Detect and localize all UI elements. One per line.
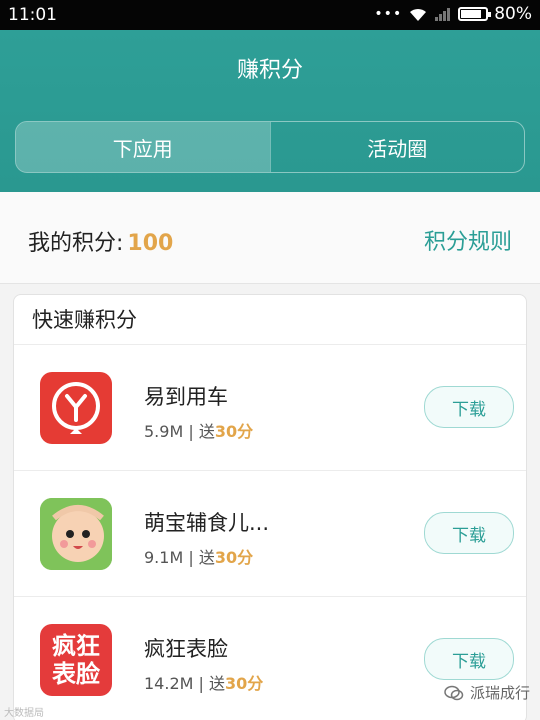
app-meta: 14.2M | 送30分 [144,670,263,694]
status-time: 11:01 [8,5,57,25]
app-name[interactable]: 萌宝辅食儿... [144,507,269,537]
download-button[interactable]: 下载 [424,512,514,554]
tab-download-apps[interactable]: 下应用 [16,122,270,172]
my-points-value: 100 [127,231,174,256]
reward-points: 30分 [214,422,254,441]
my-points-row: 我的积分: 100 积分规则 [0,192,540,284]
app-meta: 9.1M | 送30分 [144,544,253,568]
quick-earn-title: 快速赚积分 [14,295,526,345]
download-button[interactable]: 下载 [424,386,514,428]
watermark-right-text: 派瑞成行 [469,684,530,702]
page-header: 赚积分 下应用 活动圈 [0,30,540,192]
fengkuang-app-icon[interactable]: 疯狂表脸 [40,624,112,696]
notification-dots-icon: ••• [374,6,403,22]
yidao-app-icon[interactable] [40,372,112,444]
reward-prefix: 送 [198,422,215,441]
meta-separator: | [188,422,194,441]
signal-icon [435,8,451,21]
reward-points: 30分 [214,548,254,567]
tab-bar: 下应用 活动圈 [15,121,525,173]
meta-separator: | [188,548,194,567]
app-size: 14.2M [144,674,194,693]
reward-prefix: 送 [209,674,226,693]
reward-prefix: 送 [198,548,215,567]
app-name[interactable]: 疯狂表脸 [144,633,228,663]
app-list-item[interactable]: 易到用车 5.9M | 送30分 下载 [14,345,526,471]
tab-activity-circle[interactable]: 活动圈 [269,122,525,172]
app-meta: 5.9M | 送30分 [144,418,253,442]
quick-earn-card: 快速赚积分 易到用车 5.9M | 送30分 下载 萌宝辅食儿... 9.1M … [13,294,527,720]
battery-percent: 80% [494,4,532,24]
my-points: 我的积分: 100 [28,225,173,257]
my-points-label: 我的积分: [28,231,124,256]
download-button[interactable]: 下载 [424,638,514,680]
points-rules-link[interactable]: 积分规则 [424,224,512,256]
app-list-item[interactable]: 萌宝辅食儿... 9.1M | 送30分 下载 [14,471,526,597]
watermark-left: 大数据局 [4,708,44,719]
app-size: 5.9M [144,422,184,441]
app-size: 9.1M [144,548,184,567]
app-icon-text: 疯狂表脸 [52,632,100,688]
wifi-icon [410,8,427,21]
watermark-right: 派瑞成行 [444,682,530,703]
wechat-icon [444,685,464,700]
status-bar: 11:01 ••• 80% [0,0,540,30]
meta-separator: | [198,674,204,693]
mengbao-app-icon[interactable] [40,498,112,570]
app-name[interactable]: 易到用车 [144,381,228,411]
page-title: 赚积分 [236,58,303,83]
reward-points: 30分 [225,674,264,693]
battery-icon [458,7,492,21]
status-icons: ••• 80% [374,4,532,24]
